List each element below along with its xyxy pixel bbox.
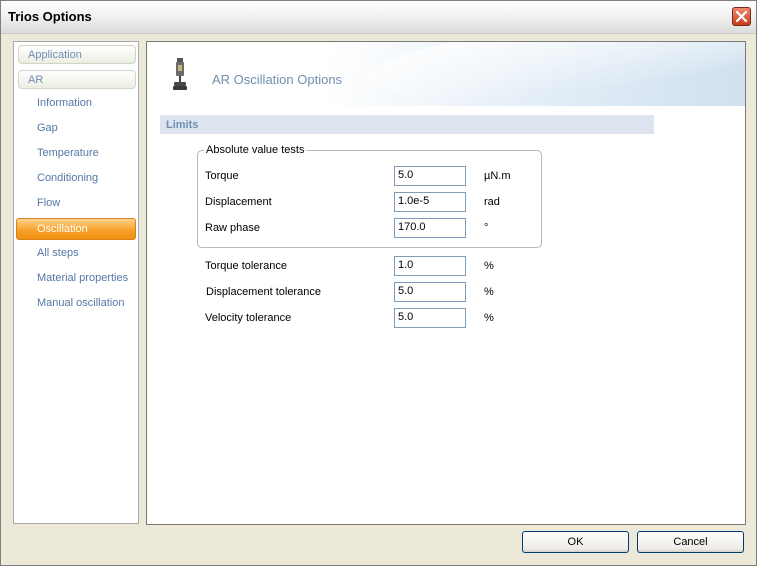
sidebar-item-manual-oscillation[interactable]: Manual oscillation	[16, 293, 136, 315]
options-content-panel: AR Oscillation Options Limits Absolute v…	[146, 41, 746, 525]
velocity-tolerance-unit: %	[484, 312, 494, 324]
sidebar-item-flow[interactable]: Flow	[16, 193, 136, 215]
ok-button[interactable]: OK	[522, 531, 629, 553]
sidebar-item-temperature[interactable]: Temperature	[16, 143, 136, 165]
displacement-tolerance-label: Displacement tolerance	[206, 286, 321, 298]
displacement-unit: rad	[484, 196, 500, 208]
raw-phase-label: Raw phase	[205, 222, 261, 234]
torque-tolerance-unit: %	[484, 260, 494, 272]
displacement-label: Displacement	[205, 196, 272, 208]
torque-label: Torque	[205, 170, 239, 182]
close-icon	[735, 10, 748, 23]
cancel-button[interactable]: Cancel	[637, 531, 744, 553]
banner-decoration	[364, 42, 745, 114]
category-ar[interactable]: AR	[18, 70, 136, 89]
close-button[interactable]	[732, 7, 751, 26]
rheometer-icon	[173, 58, 187, 90]
displacement-input[interactable]: 1.0e-5	[394, 192, 466, 212]
sidebar-item-oscillation[interactable]: Oscillation	[16, 218, 136, 240]
sidebar-item-gap[interactable]: Gap	[16, 118, 136, 140]
sidebar-item-material-properties[interactable]: Material properties	[16, 268, 136, 290]
displacement-tolerance-input[interactable]: 5.0	[394, 282, 466, 302]
sidebar-item-information[interactable]: Information	[16, 93, 136, 115]
sidebar-item-all-steps[interactable]: All steps	[16, 243, 136, 265]
title-bar: Trios Options	[1, 1, 756, 34]
torque-tolerance-label: Torque tolerance	[205, 260, 287, 272]
velocity-tolerance-label: Velocity tolerance	[205, 312, 292, 324]
group-title: Absolute value tests	[204, 144, 307, 156]
torque-input[interactable]: 5.0	[394, 166, 466, 186]
sidebar-item-conditioning[interactable]: Conditioning	[16, 168, 136, 190]
options-dialog: Trios Options Application AR Information…	[0, 0, 757, 566]
header-banner: AR Oscillation Options	[147, 42, 745, 114]
raw-phase-input[interactable]: 170.0	[394, 218, 466, 238]
displacement-tolerance-unit: %	[484, 286, 494, 298]
torque-tolerance-input[interactable]: 1.0	[394, 256, 466, 276]
window-title: Trios Options	[8, 9, 92, 24]
section-header-limits: Limits	[160, 115, 654, 134]
torque-unit: µN.m	[484, 170, 511, 182]
category-application[interactable]: Application	[18, 45, 136, 64]
raw-phase-unit: °	[484, 222, 489, 234]
page-title: AR Oscillation Options	[212, 72, 343, 87]
velocity-tolerance-input[interactable]: 5.0	[394, 308, 466, 328]
options-sidebar: Application AR Information Gap Temperatu…	[13, 41, 139, 524]
